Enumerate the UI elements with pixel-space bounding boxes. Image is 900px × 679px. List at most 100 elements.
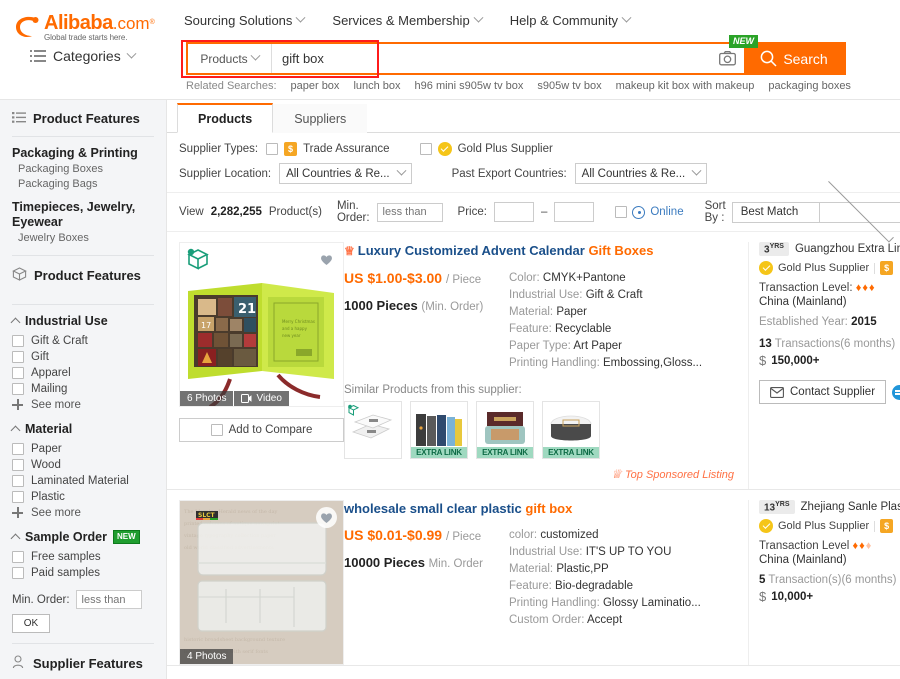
facet-option[interactable]: Gift <box>12 349 154 365</box>
checkbox[interactable] <box>12 335 24 347</box>
favorite-heart-icon[interactable] <box>316 507 337 528</box>
similar-product-thumb[interactable]: EXTRA LINK <box>410 401 468 459</box>
min-order-input[interactable] <box>75 590 142 609</box>
image-search-button[interactable] <box>710 44 744 73</box>
checkbox[interactable] <box>12 351 24 363</box>
facet-option[interactable]: Paid samples <box>12 565 154 581</box>
supplier-name[interactable]: Guangzhou Extra Lin <box>795 243 900 255</box>
facet-header[interactable]: Industrial Use <box>10 314 154 328</box>
nav-item-help-community[interactable]: Help & Community <box>510 12 632 28</box>
filter-trade-assurance[interactable]: Trade Assurance <box>266 142 390 156</box>
checkbox[interactable] <box>266 143 279 155</box>
photos-count-badge[interactable]: 6 Photos <box>180 391 234 406</box>
chat-now-icon[interactable] <box>892 384 900 400</box>
sidebar-section-title: Product Features <box>33 111 140 126</box>
checkbox[interactable] <box>615 206 628 218</box>
dollar-icon: $ <box>759 353 767 369</box>
supplier-name[interactable]: Zhejiang Sanle Plas <box>801 501 900 513</box>
min-order-ok-button[interactable]: OK <box>12 614 50 633</box>
search-category-dropdown[interactable]: Products <box>188 44 272 73</box>
attribute-key: Printing Handling: <box>509 597 600 609</box>
category-link[interactable]: Packaging Bags <box>12 176 154 191</box>
search-input[interactable] <box>272 44 710 73</box>
sortbar-min-order-input[interactable] <box>376 202 443 222</box>
svg-text:historic broadsheet background: historic broadsheet background texture <box>184 637 285 643</box>
contact-supplier-button[interactable]: Contact Supplier <box>759 380 887 405</box>
product-title[interactable]: wholesale small clear plastic gift box <box>344 500 738 517</box>
facet-header[interactable]: Sample Order NEW <box>10 530 154 544</box>
left-sidebar: Product Features Packaging & Printing Pa… <box>0 100 167 679</box>
product-title[interactable]: ♕ Luxury Customized Advent Calendar Gift … <box>344 242 738 260</box>
supplier-years-badge: 13YRS <box>759 500 795 515</box>
plastic-box-image: The Morning Herald news of the day print… <box>180 501 343 664</box>
photos-count-badge[interactable]: 4 Photos <box>180 649 234 664</box>
facet-option[interactable]: Paper <box>12 441 154 457</box>
checkbox[interactable] <box>12 459 24 471</box>
facet-option[interactable]: Wood <box>12 457 154 473</box>
sidebar-section-title: Supplier Features <box>33 656 143 671</box>
sort-by-control: Sort By : Best Match <box>705 176 900 243</box>
min-order-label: Min. Order: <box>12 593 70 606</box>
attribute-key: Paper Type: <box>509 340 571 352</box>
search-button[interactable]: Search <box>744 44 844 73</box>
facet-option[interactable]: Apparel <box>12 365 154 381</box>
sort-by-value: Best Match <box>740 206 799 218</box>
related-search-link[interactable]: lunch box <box>353 80 400 92</box>
facet-option[interactable]: Plastic <box>12 489 154 505</box>
price-max-input[interactable] <box>554 202 595 222</box>
nav-item-sourcing-solutions[interactable]: Sourcing Solutions <box>184 12 306 28</box>
product-image[interactable]: The Morning Herald news of the day print… <box>179 500 344 665</box>
past-export-select[interactable]: All Countries & Re... <box>574 163 708 184</box>
checkbox[interactable] <box>419 143 432 155</box>
attribute-key: Custom Order: <box>509 614 585 626</box>
favorite-heart-icon[interactable] <box>316 249 337 270</box>
related-search-link[interactable]: packaging boxes <box>768 80 851 92</box>
facet-option[interactable]: Mailing <box>12 381 154 397</box>
category-link[interactable]: Jewelry Boxes <box>12 230 154 245</box>
facet-option[interactable]: Gift & Craft <box>12 333 154 349</box>
checkbox[interactable] <box>12 475 24 487</box>
facet-option[interactable]: Free samples <box>12 549 154 565</box>
attribute-row: Printing Handling: Glossy Laminatio... <box>509 595 738 612</box>
similar-product-thumb[interactable]: EXTRA LINK <box>542 401 600 459</box>
checkbox[interactable] <box>12 567 24 579</box>
checkbox[interactable] <box>210 424 223 436</box>
add-to-compare-button[interactable]: Add to Compare <box>179 418 344 442</box>
see-more-button[interactable]: See more <box>12 505 154 521</box>
tab-suppliers[interactable]: Suppliers <box>273 104 368 133</box>
categories-menu[interactable]: Categories <box>30 48 137 64</box>
product-title-link[interactable]: Luxury Customized Advent Calendar Gift B… <box>358 243 654 258</box>
checkbox[interactable] <box>12 367 24 379</box>
checkbox[interactable] <box>12 443 24 455</box>
listing-info: ♕ Luxury Customized Advent Calendar Gift … <box>344 242 748 489</box>
related-search-link[interactable]: h96 mini s905w tv box <box>415 80 524 92</box>
product-image[interactable]: 21 17 Merry Christmas and a happy new ye… <box>179 242 344 407</box>
similar-product-thumb[interactable] <box>344 401 402 459</box>
alibaba-logo[interactable]: Alibaba.com® Global trade starts here. <box>14 10 174 44</box>
checkbox[interactable] <box>12 551 24 563</box>
nav-item-services-membership[interactable]: Services & Membership <box>332 12 484 28</box>
see-more-button[interactable]: See more <box>12 397 154 413</box>
filter-gold-plus-supplier[interactable]: Gold Plus Supplier <box>419 142 553 156</box>
related-search-link[interactable]: s905w tv box <box>537 80 601 92</box>
checkbox[interactable] <box>12 383 24 395</box>
related-search-link[interactable]: paper box <box>291 80 340 92</box>
sort-by-select[interactable]: Best Match <box>731 176 900 243</box>
facet-option[interactable]: Laminated Material <box>12 473 154 489</box>
online-filter[interactable]: Online <box>615 205 684 219</box>
supplier-location-select[interactable]: All Countries & Re... <box>279 163 412 184</box>
contact-supplier-label: Contact Supplier <box>790 386 876 399</box>
online-label: Online <box>650 206 684 218</box>
facet-header[interactable]: Material <box>10 422 154 436</box>
search-category-label: Products <box>200 51 248 66</box>
similar-product-thumb[interactable]: EXTRA LINK <box>476 401 534 459</box>
price-min-input[interactable] <box>493 202 534 222</box>
product-title-link[interactable]: wholesale small clear plastic gift box <box>344 501 572 516</box>
facet-title: Industrial Use <box>25 314 108 328</box>
attribute-row: Paper Type: Art Paper <box>509 338 738 355</box>
tab-products[interactable]: Products <box>177 103 274 133</box>
checkbox[interactable] <box>12 491 24 503</box>
related-search-link[interactable]: makeup kit box with makeup <box>616 80 755 92</box>
category-link[interactable]: Packaging Boxes <box>12 161 154 176</box>
video-badge[interactable]: Video <box>234 391 289 406</box>
